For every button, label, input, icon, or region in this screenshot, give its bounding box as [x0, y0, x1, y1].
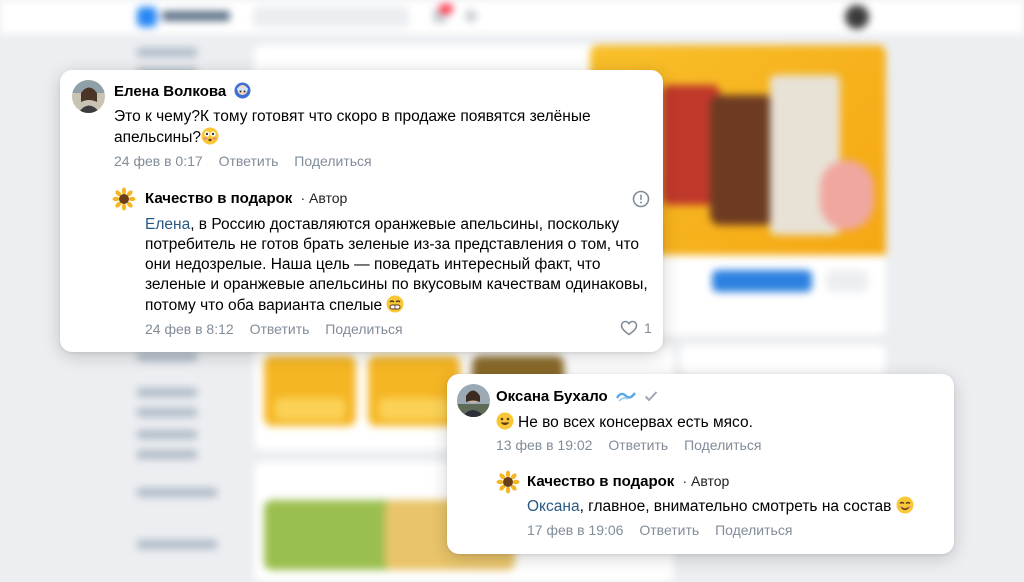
reply-author-name[interactable]: Качество в подарок: [145, 190, 292, 207]
comment-text: Это к чему?К тому готовят что скоро в пр…: [114, 107, 634, 151]
wave-emoji-icon: [615, 389, 636, 407]
sidebar-item: [137, 388, 197, 397]
comment-text: Не во всех консервах есть мясо.: [496, 412, 936, 436]
share-button[interactable]: Поделиться: [294, 153, 371, 169]
logo-text: [162, 11, 230, 21]
cover-product: [710, 95, 774, 225]
author-badge: · Автор: [682, 473, 730, 489]
music-icon: [465, 10, 477, 22]
sunflower-avatar-icon[interactable]: [496, 470, 520, 494]
mention-link[interactable]: Елена: [145, 216, 190, 233]
sidebar-footer: [137, 488, 217, 497]
subscribe-button: [712, 270, 812, 292]
share-button[interactable]: Поделиться: [684, 437, 761, 453]
reply-date[interactable]: 17 фев в 19:06: [527, 522, 623, 538]
reply-button[interactable]: Ответить: [250, 321, 310, 337]
notification-badge: [439, 4, 453, 14]
sidebar-item: [137, 48, 197, 57]
sidebar-item: [137, 408, 197, 417]
search-bar: [253, 6, 409, 28]
cover-product: [820, 160, 874, 230]
logo: [137, 7, 157, 27]
verified-check-icon: [644, 389, 658, 406]
album-label: [379, 398, 449, 420]
avatar[interactable]: [457, 384, 490, 417]
comment-meta: 13 фев в 19:02 Ответить Поделиться: [496, 437, 773, 453]
share-button[interactable]: Поделиться: [325, 321, 402, 337]
mention-link[interactable]: Оксана: [527, 498, 580, 515]
reply-button[interactable]: Ответить: [639, 522, 699, 538]
sidebar-item: [137, 450, 197, 459]
reply-author-name[interactable]: Качество в подарок: [527, 473, 674, 490]
side-card: [680, 345, 886, 375]
heart-icon: [620, 319, 638, 337]
reply-button[interactable]: Ответить: [219, 153, 279, 169]
reply-date[interactable]: 24 фев в 8:12: [145, 321, 234, 337]
comment-author-name[interactable]: Оксана Бухало: [496, 388, 608, 405]
smile-emoji-icon: [896, 496, 914, 520]
astronaut-emoji-icon: [234, 82, 251, 103]
comment-thread-1: Елена Волкова Это к чему?К тому готовят …: [60, 70, 663, 352]
share-button[interactable]: Поделиться: [715, 522, 792, 538]
sidebar-footer: [137, 540, 217, 549]
product-image: [264, 500, 394, 570]
like-button[interactable]: 1: [620, 319, 652, 337]
smile-emoji-icon: [496, 412, 514, 436]
more-button: [826, 270, 868, 292]
reply-meta: 24 фев в 8:12 Ответить Поделиться: [145, 321, 415, 337]
flushed-emoji-icon: [201, 127, 219, 151]
comment-author-name[interactable]: Елена Волкова: [114, 83, 226, 100]
reply-meta: 17 фев в 19:06 Ответить Поделиться: [527, 522, 804, 538]
grin-emoji-icon: [386, 295, 404, 319]
profile-avatar: [845, 5, 869, 29]
info-icon[interactable]: [632, 190, 650, 213]
reply-text: Оксана, главное, внимательно смотреть на…: [527, 496, 947, 520]
sidebar-item: [137, 352, 197, 361]
avatar[interactable]: [72, 80, 105, 113]
comment-meta: 24 фев в 0:17 Ответить Поделиться: [114, 153, 384, 169]
album-label: [275, 398, 345, 420]
reply-button[interactable]: Ответить: [608, 437, 668, 453]
sidebar-item: [137, 430, 197, 439]
comment-thread-2: Оксана Бухало Не во всех консервах есть …: [447, 374, 954, 554]
comment-date[interactable]: 24 фев в 0:17: [114, 153, 203, 169]
like-count: 1: [644, 320, 652, 336]
comment-date[interactable]: 13 фев в 19:02: [496, 437, 592, 453]
sunflower-avatar-icon[interactable]: [112, 187, 136, 211]
reply-text: Елена, в Россию доставляются оранжевые а…: [145, 215, 650, 319]
author-badge: · Автор: [300, 190, 348, 206]
